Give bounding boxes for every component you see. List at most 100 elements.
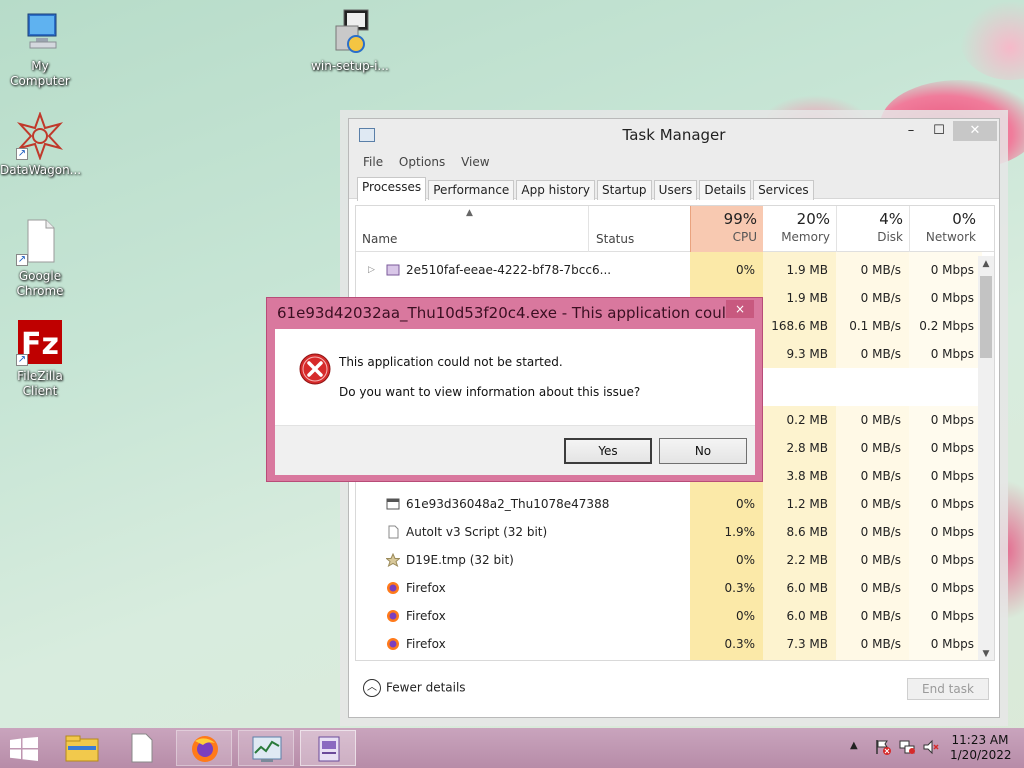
network-value: 0.2 Mbps [919, 319, 974, 333]
tab-services[interactable]: Services [753, 180, 814, 200]
disk-label: Disk [877, 230, 903, 244]
taskbar-document[interactable] [114, 730, 170, 766]
scroll-thumb[interactable] [980, 276, 992, 358]
wallpaper-blossom [960, 0, 1024, 80]
desktop-icon-label: My Computer [10, 59, 70, 88]
network-value: 0 Mbps [930, 497, 974, 511]
menu-options[interactable]: Options [399, 151, 445, 173]
network-value: 0 Mbps [930, 469, 974, 483]
cpu-value: 0.3% [724, 637, 756, 651]
task-manager-icon [252, 736, 282, 762]
tab-users[interactable]: Users [653, 180, 698, 200]
memory-percent: 20% [796, 210, 830, 228]
clock-time: 11:23 AM [951, 733, 1009, 747]
column-divider[interactable] [588, 206, 589, 252]
process-name: AutoIt v3 Script (32 bit) [406, 525, 548, 539]
dialog-close-button[interactable]: × [726, 300, 754, 318]
desktop-icon-filezilla[interactable]: Fz ↗ FileZilla Client [0, 318, 80, 399]
footer: ︿ Fewer details End task [349, 663, 999, 717]
expand-arrow-icon[interactable]: ▷ [368, 256, 375, 284]
scroll-up-icon[interactable]: ▲ [978, 256, 994, 272]
desktop-icon-label: Google Chrome [16, 269, 64, 298]
yes-button[interactable]: Yes [564, 438, 652, 464]
vertical-scrollbar[interactable]: ▲ ▼ [978, 256, 994, 660]
volume-muted-icon[interactable] [922, 738, 940, 768]
network-value: 0 Mbps [930, 413, 974, 427]
computer-icon [16, 8, 64, 56]
column-name[interactable]: Name [362, 232, 397, 246]
cpu-label: CPU [732, 230, 757, 244]
desktop-icon-datawagon[interactable]: ↗ DataWagon... [0, 111, 82, 178]
disk-value: 0 MB/s [860, 263, 901, 277]
star-icon [385, 552, 401, 568]
tab-details[interactable]: Details [699, 180, 751, 200]
dialog-question: Do you want to view information about th… [339, 385, 641, 399]
firefox-icon [386, 581, 400, 595]
desktop-icon-label: DataWagon... [0, 163, 82, 177]
table-row[interactable]: D19E.tmp (32 bit) 0% 2.2 MB 0 MB/s 0 Mbp… [356, 546, 978, 574]
memory-value: 6.0 MB [786, 609, 828, 623]
cpu-percent: 99% [723, 210, 757, 228]
network-label: Network [925, 230, 976, 244]
network-icon[interactable] [898, 738, 916, 768]
firefox-icon [386, 637, 400, 651]
tab-app-history[interactable]: App history [516, 180, 595, 200]
column-network[interactable]: 0% Network [909, 206, 982, 252]
action-center-flag-icon[interactable] [874, 738, 892, 768]
cpu-value: 1.9% [724, 525, 756, 539]
title-bar[interactable]: Task Manager – ☐ ✕ [349, 119, 999, 151]
close-button[interactable]: ✕ [953, 121, 997, 141]
minimize-button[interactable]: – [897, 121, 925, 141]
disk-value: 0 MB/s [860, 441, 901, 455]
tab-startup[interactable]: Startup [597, 180, 652, 200]
taskbar-file-explorer[interactable] [54, 730, 110, 766]
table-row[interactable]: AutoIt v3 Script (32 bit) 1.9% 8.6 MB 0 … [356, 518, 978, 546]
dialog-message: This application could not be started. [339, 355, 563, 369]
disk-value: 0.1 MB/s [849, 319, 901, 333]
taskbar-task-manager[interactable] [238, 730, 294, 766]
end-task-button[interactable]: End task [907, 678, 989, 700]
column-cpu[interactable]: 99% CPU [690, 206, 763, 252]
taskbar: ▲ 11:23 AM 1/20/2022 [0, 728, 1024, 768]
column-status[interactable]: Status [596, 232, 634, 246]
table-row[interactable]: Firefox 0.3% 6.0 MB 0 MB/s 0 Mbps [356, 574, 978, 602]
menu-file[interactable]: File [363, 151, 383, 173]
menu-bar: File Options View [349, 151, 999, 173]
tab-performance[interactable]: Performance [428, 180, 515, 200]
desktop-icon-google-chrome[interactable]: ↗ Google Chrome [0, 218, 80, 299]
fewer-details-button[interactable]: ︿ Fewer details [363, 679, 466, 697]
tab-strip: Processes Performance App history Startu… [349, 173, 999, 201]
desktop-icon-my-computer[interactable]: My Computer [0, 8, 80, 89]
process-icon [386, 263, 400, 277]
column-disk[interactable]: 4% Disk [836, 206, 909, 252]
no-button[interactable]: No [659, 438, 747, 464]
process-name: Firefox [406, 609, 446, 623]
column-header: ▲ Name Status 99% CPU 20% Memory 4% Disk… [356, 206, 994, 252]
table-row[interactable]: Firefox 0% 6.0 MB 0 MB/s 0 Mbps [356, 602, 978, 630]
shortcut-arrow-icon: ↗ [16, 354, 28, 366]
column-memory[interactable]: 20% Memory [763, 206, 836, 252]
memory-value: 168.6 MB [771, 319, 828, 333]
taskbar-installer[interactable] [300, 730, 356, 766]
maximize-button[interactable]: ☐ [925, 121, 953, 141]
network-value: 0 Mbps [930, 525, 974, 539]
desktop-icon-win-setup[interactable]: win-setup-i... [310, 8, 390, 74]
taskbar-firefox[interactable] [176, 730, 232, 766]
menu-view[interactable]: View [461, 151, 489, 173]
network-value: 0 Mbps [930, 291, 974, 305]
table-row[interactable]: ▷ 2e510faf-eeae-4222-bf78-7bcc6... 0% 1.… [356, 256, 978, 284]
fewer-details-label: Fewer details [386, 680, 466, 695]
network-value: 0 Mbps [930, 441, 974, 455]
network-value: 0 Mbps [930, 263, 974, 277]
scroll-down-icon[interactable]: ▼ [978, 646, 994, 660]
desktop-icon-label: FileZilla Client [17, 369, 63, 398]
process-name: D19E.tmp (32 bit) [406, 553, 514, 567]
show-hidden-icons[interactable]: ▲ [850, 740, 858, 768]
table-row[interactable]: Firefox 0.3% 7.3 MB 0 MB/s 0 Mbps [356, 630, 978, 658]
memory-label: Memory [781, 230, 830, 244]
system-clock[interactable]: 11:23 AM 1/20/2022 [950, 733, 1012, 763]
tab-processes[interactable]: Processes [357, 177, 427, 201]
table-row[interactable]: 61e93d36048a2_Thu1078e47388 0% 1.2 MB 0 … [356, 490, 978, 518]
windows-start-icon[interactable] [10, 737, 38, 761]
memory-value: 1.2 MB [786, 497, 828, 511]
